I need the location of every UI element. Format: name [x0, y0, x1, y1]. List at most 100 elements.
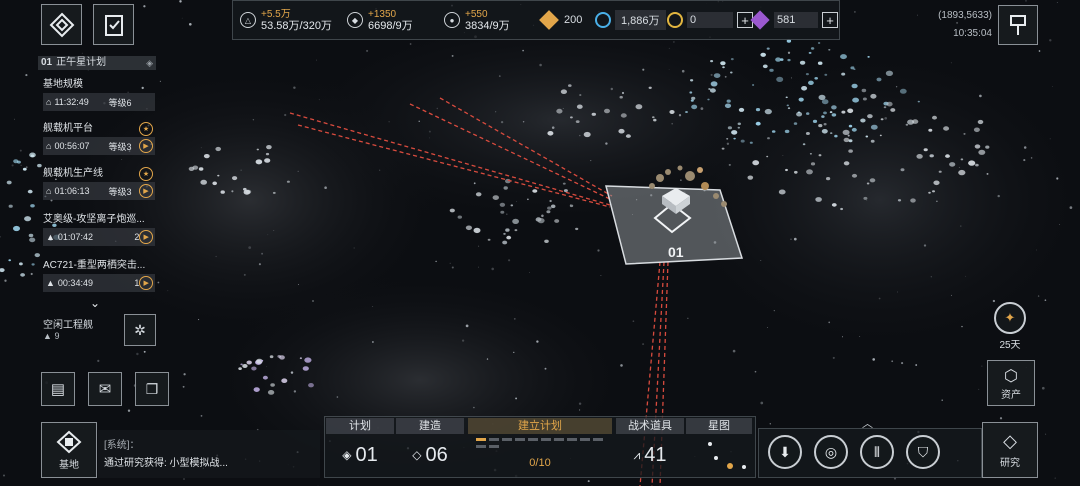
speedup-icon[interactable]: ▶	[139, 184, 153, 198]
currency-value: 0	[687, 12, 733, 28]
tab-establish-plan-label[interactable]: 建立计划	[468, 418, 612, 434]
tab-build-value: 06	[425, 443, 448, 466]
download-button[interactable]: ⬇	[768, 435, 802, 469]
currency-p[interactable]: 581 +	[750, 0, 838, 40]
plan-icon: ◈	[342, 448, 352, 462]
chevron-down-icon[interactable]: ⌄	[90, 296, 100, 310]
tactical-chart-icon: ⩘	[633, 447, 641, 462]
tab-plan[interactable]: ◈ 01	[326, 436, 394, 474]
tab-establish-plan[interactable]: 0/10	[468, 436, 612, 474]
orange-diamond-icon	[539, 10, 559, 30]
queue-item-timer: 01:07:42	[57, 232, 93, 242]
alliance-button[interactable]	[41, 4, 82, 45]
bookmark-button[interactable]	[998, 5, 1038, 45]
queue-item-title: 艾奥级-攻坚离子炮巡...	[43, 214, 145, 225]
tab-starmap[interactable]	[686, 436, 752, 474]
coordinates[interactable]: (1893,5633)	[930, 10, 992, 21]
tab-build[interactable]: ◇ 06	[396, 436, 464, 474]
medal-icon: ✦	[1004, 310, 1016, 325]
days-button[interactable]: ✦	[994, 302, 1026, 334]
boost-badge-icon[interactable]: ★	[139, 167, 153, 181]
assets-button[interactable]: ⬡ 资产	[987, 360, 1035, 406]
resource-amount: 3834/9万	[465, 19, 510, 32]
speedup-icon[interactable]: ▶	[139, 139, 153, 153]
chat-bubbles-icon: ❐	[145, 380, 159, 397]
currency-g[interactable]: 1,886万	[595, 0, 666, 40]
building-icon: ⌂	[46, 141, 52, 151]
blue-g-coin-icon	[595, 12, 611, 28]
currency-value: 581	[774, 12, 818, 28]
tab-establish-plan-value: 0/10	[529, 457, 551, 469]
queue-number: 01	[41, 57, 53, 68]
speedup-icon[interactable]: ▶	[139, 276, 153, 290]
gear-icon[interactable]: ◈	[146, 56, 153, 70]
base-icon	[56, 430, 82, 453]
gold-coin-icon	[667, 12, 683, 28]
gear-star-icon: ✲	[134, 321, 146, 338]
queue-item-level: 等级3	[108, 141, 132, 152]
research-icon: ◇	[1003, 431, 1017, 451]
currency-diamond[interactable]: 200	[539, 0, 582, 40]
queue-item[interactable]: 艾奥级-攻坚离子炮巡... ▲ 01:07:42 2 ▶	[43, 212, 155, 246]
clipboard-check-icon	[104, 14, 123, 36]
speedup-icon[interactable]: ▶	[139, 230, 153, 244]
queue-item-title: AC721-重型两栖突击...	[43, 260, 146, 271]
resource-2[interactable]: ◆ +1350 6698/9万	[347, 0, 413, 40]
engineer-icon: ▲	[43, 331, 52, 341]
triangle-resource-icon: △	[240, 12, 256, 28]
resource-amount: 6698/9万	[368, 19, 413, 32]
mail-icon: ✉	[98, 381, 112, 398]
resource-3[interactable]: ● +550 3834/9万	[444, 0, 510, 40]
tab-tactical-label[interactable]: 战术道具	[616, 418, 684, 434]
queue-item-timer: 01:06:13	[54, 186, 90, 196]
ship-icon: ▲	[46, 232, 55, 242]
alliance-icon	[49, 12, 74, 37]
mail-button[interactable]: ✉	[88, 372, 122, 406]
days-label: 25天	[999, 340, 1021, 351]
space-map[interactable]	[0, 0, 1080, 486]
resource-1[interactable]: △ +5.5万 53.58万/320万	[240, 0, 332, 40]
shield-add-button[interactable]: ⛉	[906, 435, 940, 469]
tab-tactical[interactable]: ⩘ 41	[616, 436, 684, 474]
queue-title: 正午星计划	[56, 57, 107, 68]
queue-item[interactable]: 基地规模 ⌂ 11:32:49 等级6	[43, 77, 155, 111]
boost-badge-icon[interactable]: ★	[139, 122, 153, 136]
tab-plan-label[interactable]: 计划	[326, 418, 394, 434]
resource-gain: +1350	[368, 8, 397, 20]
idle-engineers-button[interactable]: ✲	[124, 314, 156, 346]
tab-tactical-value: 41	[644, 443, 667, 466]
mission-button[interactable]	[93, 4, 134, 45]
purple-p-coin-icon	[750, 10, 770, 30]
idle-engineers-count: 9	[54, 331, 60, 341]
plan-slots-row2	[476, 445, 499, 448]
base-button[interactable]: 基地	[41, 422, 97, 478]
chat-box[interactable]: [系统]： 通过研究获得: 小型模拟战...	[98, 430, 320, 478]
queue-item[interactable]: 舰载机平台 ★ ⌂ 00:56:07 等级3 ▶	[43, 121, 155, 155]
currency-value: 1,886万	[615, 10, 666, 30]
queue-header[interactable]: 01 正午星计划 ◈	[38, 56, 156, 70]
chat-button[interactable]: ❐	[135, 372, 169, 406]
orbit-icon: ◎	[824, 443, 838, 460]
research-label: 研究	[1000, 458, 1020, 469]
base-label[interactable]: 01	[668, 244, 684, 260]
orbit-button[interactable]: ◎	[814, 435, 848, 469]
currency-gold[interactable]: 0 +	[667, 0, 753, 40]
queue-item-timer: 11:32:49	[54, 97, 89, 107]
download-arrow-icon: ⬇	[779, 443, 791, 460]
queue-item[interactable]: 舰载机生产线 ★ ⌂ 01:06:13 等级3 ▶	[43, 166, 155, 200]
starmap-icon	[708, 442, 746, 469]
idle-engineers-label: 空闲工程舰	[43, 320, 93, 331]
fleet-button[interactable]: ⦀	[860, 435, 894, 469]
queue-item-timer: 00:34:49	[57, 278, 93, 288]
research-button[interactable]: ◇ 研究	[982, 422, 1038, 478]
report-button[interactable]: ▤	[41, 372, 75, 406]
chat-message: 通过研究获得: 小型模拟战...	[104, 458, 228, 469]
queue-item-level: 等级3	[108, 186, 132, 197]
resource-gain: +550	[465, 8, 488, 20]
tab-build-label[interactable]: 建造	[396, 418, 464, 434]
gas-resource-icon: ●	[444, 12, 460, 28]
queue-item[interactable]: AC721-重型两栖突击... ▲ 00:34:49 1 ▶	[43, 258, 155, 292]
add-p-button[interactable]: +	[822, 12, 838, 28]
tab-plan-value: 01	[355, 443, 378, 466]
tab-starmap-label[interactable]: 星图	[686, 418, 752, 434]
